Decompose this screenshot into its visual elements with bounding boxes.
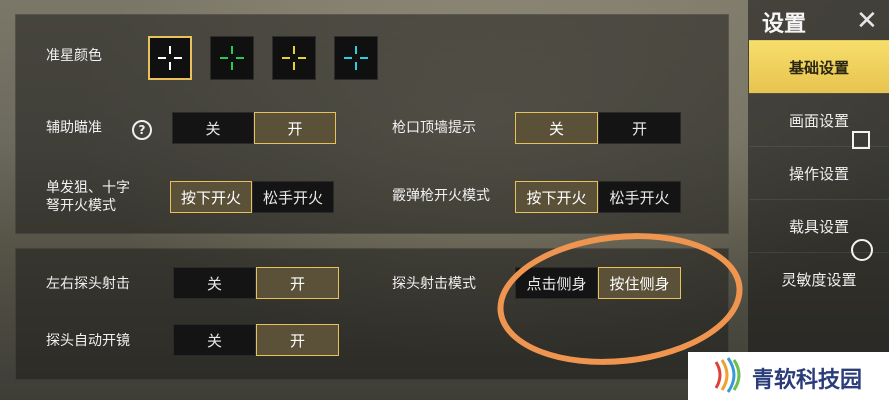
muzzle-wall-off-button[interactable]: 关 (515, 112, 598, 144)
aim-assist-on-button[interactable]: 开 (254, 112, 336, 144)
single-fire-toggle: 按下开火 松手开火 (170, 181, 334, 213)
sidebar-item-sensitivity[interactable]: 灵敏度设置 (749, 252, 889, 305)
crosshair-swatch-green[interactable] (210, 36, 254, 80)
single-fire-release-button[interactable]: 松手开火 (252, 181, 334, 213)
sidebar-item-basic[interactable]: 基础设置 (749, 40, 889, 93)
close-icon[interactable]: ✕ (856, 6, 878, 36)
crosshair-swatch-yellow[interactable] (272, 36, 316, 80)
peek-scope-toggle: 关 开 (173, 324, 339, 356)
circle-icon[interactable] (851, 239, 873, 261)
aim-assist-toggle: 关 开 (172, 112, 336, 144)
aim-assist-off-button[interactable]: 关 (172, 112, 254, 144)
sidebar-title: 设置 (762, 12, 807, 37)
peek-scope-label: 探头自动开镜 (46, 333, 130, 349)
shotgun-fire-release-button[interactable]: 松手开火 (598, 181, 681, 213)
peek-fire-label: 左右探头射击 (46, 276, 130, 292)
watermark-text: 青软科技园 (752, 368, 863, 393)
sidebar-item-controls[interactable]: 操作设置 (749, 146, 889, 199)
shotgun-fire-press-button[interactable]: 按下开火 (515, 181, 598, 213)
shotgun-fire-toggle: 按下开火 松手开火 (515, 181, 681, 213)
crosshair-icon (282, 46, 306, 70)
shotgun-fire-label: 霰弹枪开火模式 (392, 188, 490, 204)
peek-fire-on-button[interactable]: 开 (256, 267, 339, 299)
single-fire-label-line1: 单发狙、十字 (46, 180, 130, 196)
brand-logo-icon (714, 357, 741, 393)
muzzle-wall-label: 枪口顶墙提示 (392, 120, 476, 136)
help-icon[interactable]: ? (132, 120, 152, 140)
square-icon[interactable] (852, 131, 870, 149)
muzzle-wall-toggle: 关 开 (515, 112, 681, 144)
aim-assist-label: 辅助瞄准 (46, 120, 102, 136)
peek-fire-toggle: 关 开 (173, 267, 339, 299)
crosshair-swatch-white[interactable] (148, 36, 192, 80)
peek-fire-off-button[interactable]: 关 (173, 267, 256, 299)
single-fire-label-line2: 弩开火模式 (46, 198, 116, 214)
muzzle-wall-on-button[interactable]: 开 (598, 112, 681, 144)
crosshair-icon (220, 46, 244, 70)
single-fire-press-button[interactable]: 按下开火 (170, 181, 252, 213)
crosshair-icon (344, 46, 368, 70)
crosshair-color-label: 准星颜色 (46, 48, 102, 64)
crosshair-swatch-cyan[interactable] (334, 36, 378, 80)
crosshair-icon (158, 46, 182, 70)
peek-mode-label: 探头射击模式 (392, 276, 476, 292)
peek-scope-off-button[interactable]: 关 (173, 324, 256, 356)
peek-scope-on-button[interactable]: 开 (256, 324, 339, 356)
